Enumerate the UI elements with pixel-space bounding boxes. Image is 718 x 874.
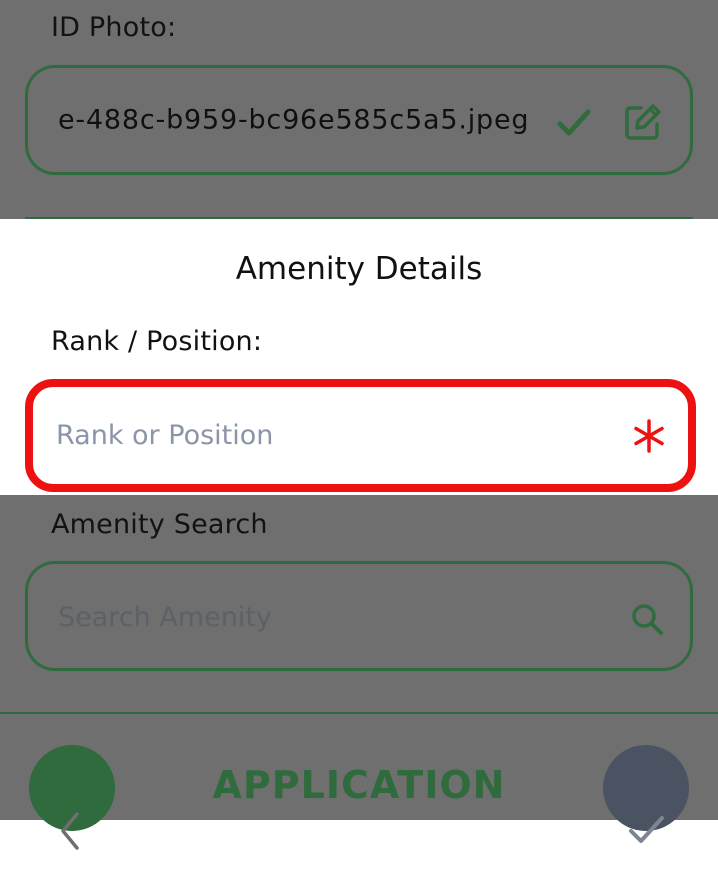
id-photo-label: ID Photo: [51,12,177,43]
check-icon [557,109,591,136]
amenity-details-section: Amenity Details Rank / Position: [0,219,718,495]
id-photo-section: ID Photo: e-488c-b959-bc96e585c5a5.jpeg [0,0,718,219]
amenity-search-label: Amenity Search [51,509,268,540]
search-icon[interactable] [628,600,666,638]
id-photo-file-name: e-488c-b959-bc96e585c5a5.jpeg [58,104,530,136]
amenity-search-section: Amenity Search APPLICATION [0,495,718,850]
edit-icon[interactable] [623,102,663,142]
rank-position-field[interactable] [25,379,696,492]
amenity-search-input[interactable] [58,596,618,638]
rank-position-label: Rank / Position: [51,326,263,357]
rank-position-input[interactable] [56,411,596,459]
footer-divider [0,712,718,714]
amenity-search-field[interactable] [25,561,693,671]
check-icon [629,816,664,843]
submit-button[interactable] [603,745,689,843]
id-photo-field[interactable]: e-488c-b959-bc96e585c5a5.jpeg [25,65,693,175]
section-title: Amenity Details [235,251,483,287]
asterisk-icon [634,419,664,453]
